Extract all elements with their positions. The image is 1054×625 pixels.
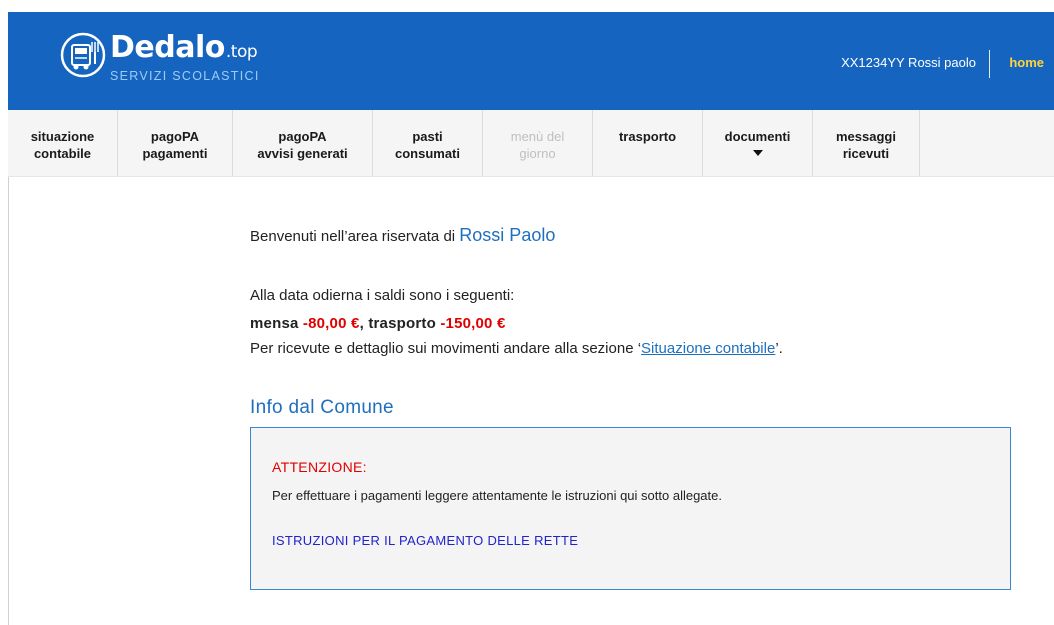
detail-prefix: Per ricevute e dettaglio sui movimenti a… xyxy=(250,340,642,357)
nav-label-line2: ricevuti xyxy=(842,146,890,161)
header-bar: Dedalo.top SERVIZI SCOLASTICI XX1234YY R… xyxy=(8,12,1054,110)
payment-instructions-link[interactable]: ISTRUZIONI PER IL PAGAMENTO DELLE RETTE xyxy=(272,533,989,548)
header-divider xyxy=(989,50,990,78)
page-left-border xyxy=(8,177,9,625)
main-nav: situazione contabile pagoPA pagamenti pa… xyxy=(8,110,1054,177)
welcome-message: Benvenuti nell’area riservata di Rossi P… xyxy=(250,220,1010,252)
trasporto-label: trasporto xyxy=(368,315,436,332)
balance-summary: mensa -80,00 €, trasporto -150,00 € xyxy=(250,315,506,332)
user-info: XX1234YY Rossi paolo xyxy=(841,55,976,70)
nav-label-line1: pasti xyxy=(412,129,443,144)
main-content: Benvenuti nell’area riservata di Rossi P… xyxy=(250,220,1011,590)
nav-label-line1: messaggi xyxy=(836,129,896,144)
nav-pasti-consumati[interactable]: pasti consumati xyxy=(373,110,483,176)
nav-messaggi-ricevuti[interactable]: messaggi ricevuti xyxy=(813,110,920,176)
nav-label-line2: pagamenti xyxy=(142,146,208,161)
home-link[interactable]: home xyxy=(1009,55,1044,70)
welcome-text: Benvenuti nell’area riservata di xyxy=(250,228,456,245)
info-box: ATTENZIONE: Per effettuare i pagamenti l… xyxy=(250,427,1011,590)
info-section-title: Info dal Comune xyxy=(250,397,394,418)
trasporto-balance: -150,00 € xyxy=(440,315,506,332)
nav-documenti[interactable]: documenti xyxy=(703,110,813,176)
welcome-user-name: Rossi Paolo xyxy=(459,225,556,245)
nav-label-line1: situazione xyxy=(30,129,95,144)
nav-label-line2: avvisi generati xyxy=(257,146,348,161)
brand-subtitle: SERVIZI SCOLASTICI xyxy=(110,69,260,83)
nav-trasporto[interactable]: trasporto xyxy=(593,110,703,176)
info-text: Per effettuare i pagamenti leggere atten… xyxy=(272,488,722,503)
brand-logo[interactable]: Dedalo.top SERVIZI SCOLASTICI xyxy=(58,28,260,96)
nav-label-line1: pagoPA xyxy=(278,129,327,144)
brand-name: Dedalo xyxy=(110,30,225,65)
nav-pagopa-pagamenti[interactable]: pagoPA pagamenti xyxy=(118,110,233,176)
brand-tld: .top xyxy=(225,42,258,62)
detail-suffix: ’. xyxy=(775,340,783,357)
nav-label-line2: giorno xyxy=(519,146,556,161)
nav-pagopa-avvisi[interactable]: pagoPA avvisi generati xyxy=(233,110,373,176)
situazione-contabile-link[interactable]: Situazione contabile xyxy=(641,340,775,357)
nav-label-line1: menù del xyxy=(510,129,565,144)
nav-label-line2: contabile xyxy=(33,146,92,161)
nav-label-line2: consumati xyxy=(394,146,460,161)
nav-menu-del-giorno: menù del giorno xyxy=(483,110,593,176)
mensa-balance: -80,00 € xyxy=(302,315,360,332)
warning-label: ATTENZIONE: xyxy=(272,459,367,475)
detail-note: Per ricevute e dettaglio sui movimenti a… xyxy=(250,340,1010,357)
balance-intro: Alla data odierna i saldi sono i seguent… xyxy=(250,287,515,304)
nav-label-line1: trasporto xyxy=(618,129,677,144)
chevron-down-icon xyxy=(752,150,763,156)
nav-situazione-contabile[interactable]: situazione contabile xyxy=(8,110,118,176)
nav-label-line1: pagoPA xyxy=(150,129,200,144)
school-bus-icon xyxy=(60,32,106,78)
mensa-label: mensa xyxy=(250,315,299,332)
nav-label-line1: documenti xyxy=(724,129,791,144)
